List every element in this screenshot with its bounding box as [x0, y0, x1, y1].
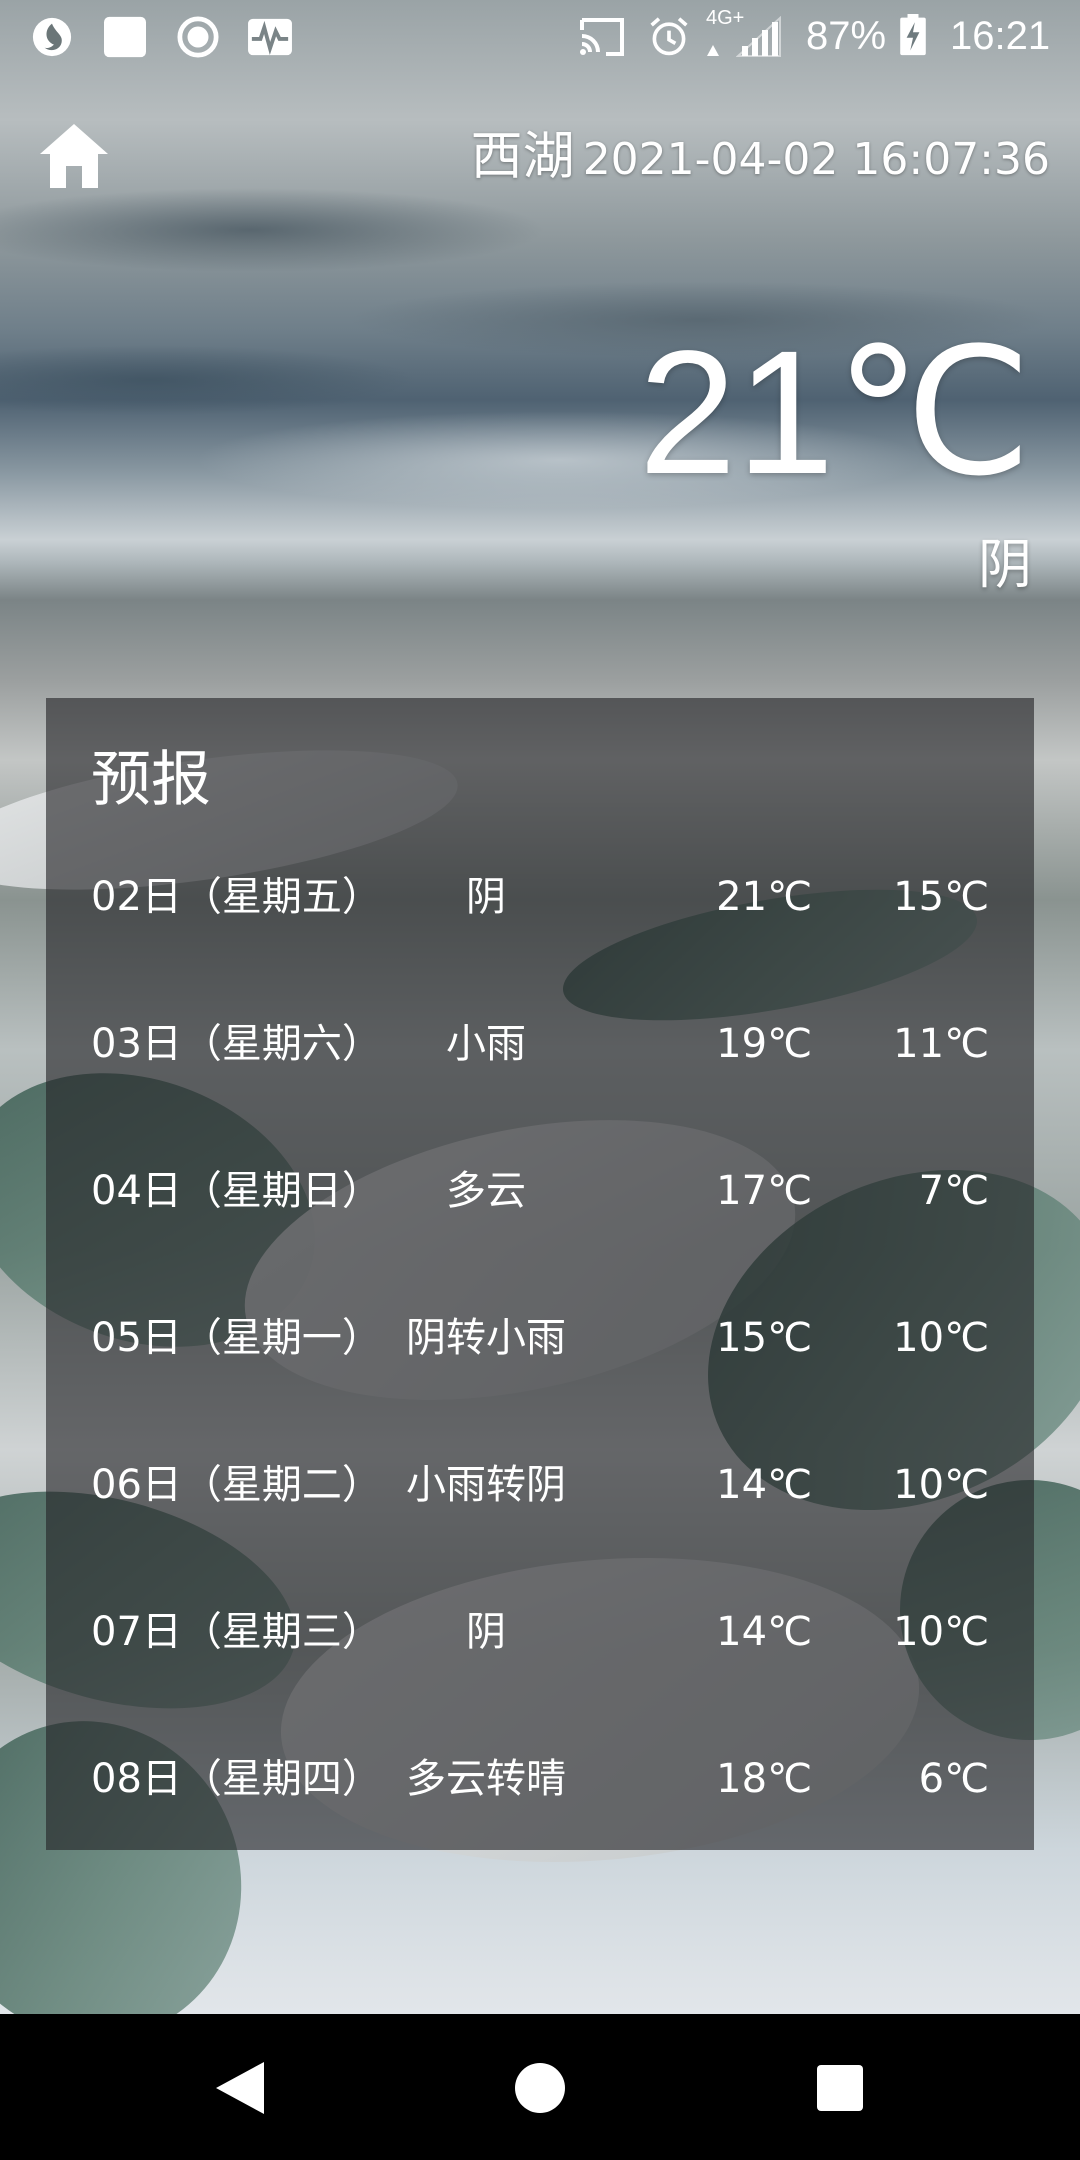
forecast-weather: 小雨 [446, 1021, 526, 1067]
forecast-low-temp: 11℃ [893, 1021, 989, 1067]
forecast-row: 07日（星期三） 阴 14℃ 10℃ [46, 1597, 1034, 1667]
header-title: 西湖 2021-04-02 16:07:36 [471, 122, 1050, 195]
app-icon [32, 17, 72, 57]
notification-square-icon [104, 16, 146, 58]
current-condition: 阴 [978, 533, 1032, 596]
forecast-low-temp: 15℃ [893, 874, 989, 920]
weather-screen: 4G+ 87% 16:21 西湖 2021-04-02 16:07:36 21℃ … [0, 0, 1080, 2160]
forecast-weather: 小雨转阴 [406, 1462, 566, 1508]
home-circle-icon[interactable] [506, 2054, 574, 2122]
forecast-high-temp: 15℃ [716, 1315, 812, 1361]
navigation-bar [0, 2014, 1080, 2160]
forecast-low-temp: 10℃ [893, 1609, 989, 1655]
city-name: 西湖 [470, 127, 575, 187]
signal-icon [736, 16, 781, 57]
forecast-row: 08日（星期四） 多云转晴 18℃ 6℃ [46, 1744, 1034, 1814]
forecast-high-temp: 14℃ [716, 1462, 812, 1508]
forecast-row: 03日（星期六） 小雨 19℃ 11℃ [46, 1009, 1034, 1079]
forecast-weather: 多云转晴 [406, 1756, 566, 1802]
forecast-high-temp: 14℃ [716, 1609, 812, 1655]
battery-percentage: 87% [806, 14, 887, 58]
forecast-weather: 多云 [446, 1168, 526, 1214]
forecast-low-temp: 10℃ [893, 1315, 989, 1361]
forecast-high-temp: 21℃ [716, 874, 812, 920]
forecast-row: 05日（星期一） 阴转小雨 15℃ 10℃ [46, 1303, 1034, 1373]
forecast-row: 02日（星期五） 阴 21℃ 15℃ [46, 862, 1034, 932]
cast-icon [580, 18, 624, 56]
forecast-low-temp: 6℃ [918, 1756, 989, 1802]
forecast-row: 04日（星期日） 多云 17℃ 7℃ [46, 1156, 1034, 1226]
forecast-date: 03日（星期六） [91, 1021, 382, 1067]
forecast-date: 06日（星期二） [91, 1462, 382, 1508]
alarm-icon [650, 17, 688, 56]
forecast-high-temp: 18℃ [716, 1756, 812, 1802]
forecast-date: 08日（星期四） [91, 1756, 382, 1802]
status-bar: 4G+ 87% 16:21 [0, 0, 1080, 72]
back-icon[interactable] [206, 2054, 274, 2122]
forecast-date: 04日（星期日） [91, 1168, 382, 1214]
battery-charging-icon [900, 14, 926, 56]
forecast-high-temp: 19℃ [716, 1021, 812, 1067]
forecast-panel: 预报 02日（星期五） 阴 21℃ 15℃ 03日（星期六） 小雨 19℃ 11… [46, 698, 1034, 1850]
forecast-weather: 阴 [466, 1609, 506, 1655]
forecast-date: 05日（星期一） [91, 1315, 382, 1361]
recents-icon[interactable] [806, 2054, 874, 2122]
forecast-title: 预报 [91, 745, 211, 815]
circle-indicator-icon [177, 16, 219, 58]
forecast-low-temp: 10℃ [893, 1462, 989, 1508]
forecast-low-temp: 7℃ [918, 1168, 989, 1214]
home-icon[interactable] [36, 118, 112, 194]
forecast-weather: 阴 [466, 874, 506, 920]
forecast-date: 07日（星期三） [91, 1609, 382, 1655]
forecast-high-temp: 17℃ [716, 1168, 812, 1214]
data-up-arrow-icon [707, 45, 719, 56]
forecast-date: 02日（星期五） [91, 874, 382, 920]
activity-icon [248, 18, 292, 56]
current-temperature: 21℃ [638, 315, 1032, 511]
clock: 16:21 [950, 14, 1051, 58]
update-datetime: 2021-04-02 16:07:36 [582, 134, 1050, 185]
forecast-row: 06日（星期二） 小雨转阴 14℃ 10℃ [46, 1450, 1034, 1520]
forecast-weather: 阴转小雨 [406, 1315, 566, 1361]
